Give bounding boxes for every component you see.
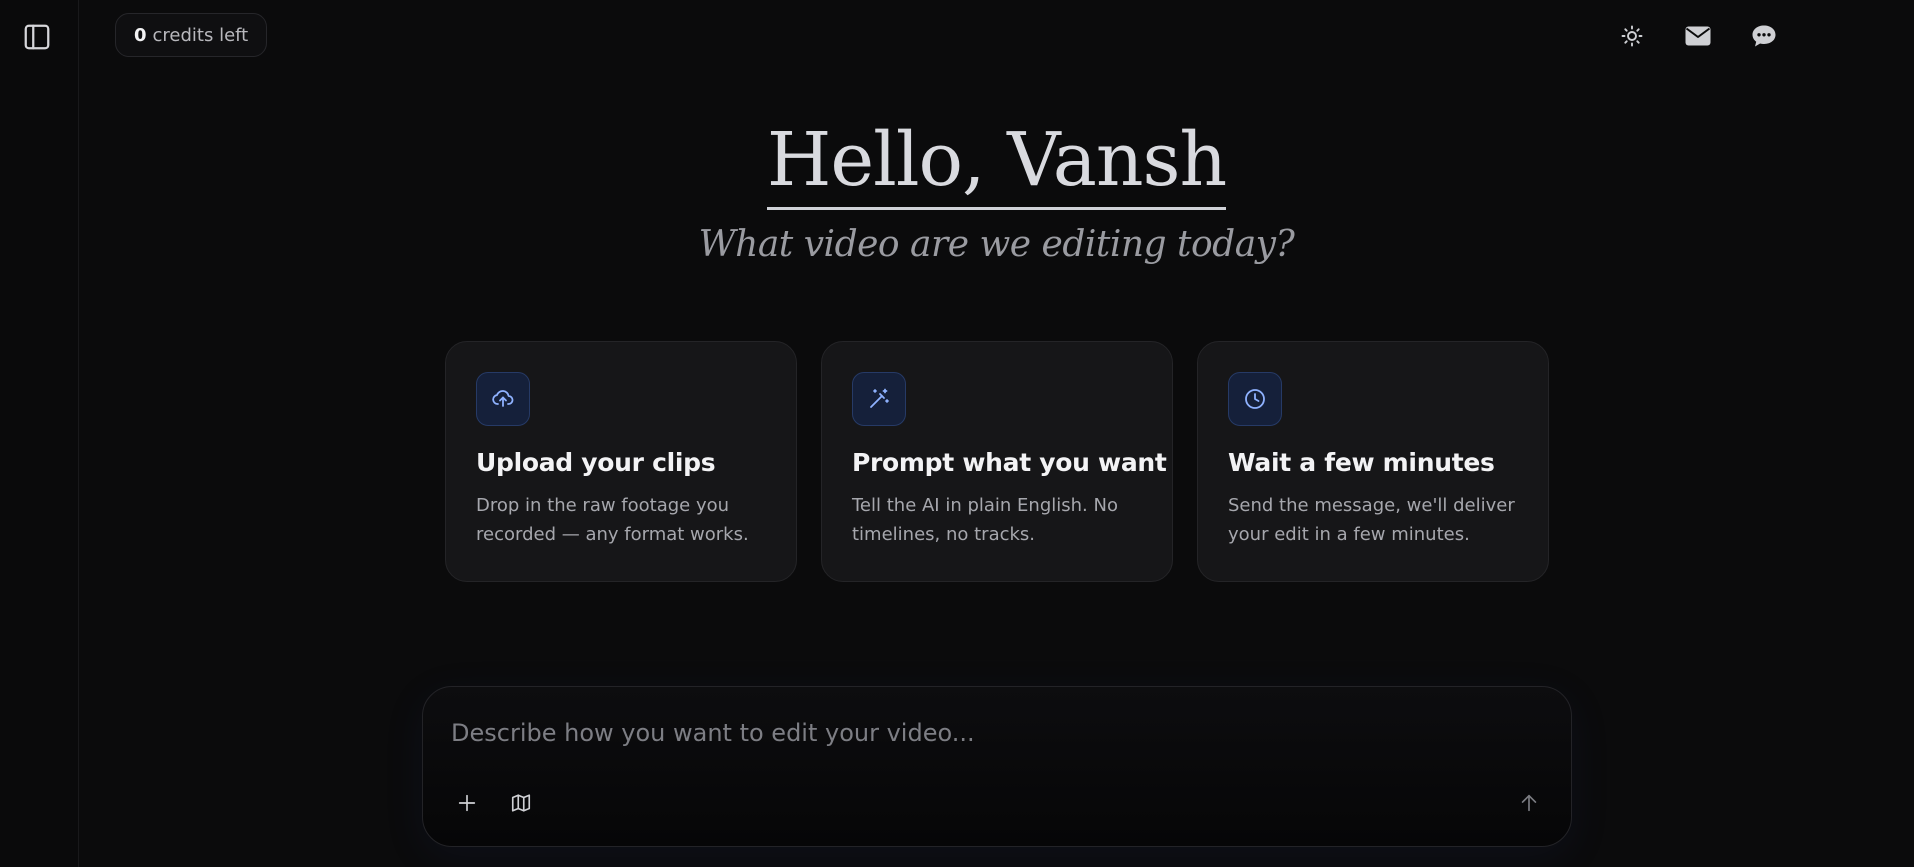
card-description: Tell the AI in plain English. No timelin… [852, 495, 1118, 545]
theme-toggle-button[interactable] [1614, 18, 1650, 54]
sun-icon [1621, 25, 1643, 47]
card-icon-tile [852, 372, 906, 426]
mail-icon [1685, 26, 1711, 46]
hero-subtitle: What video are we editing today? [698, 224, 1295, 265]
hero-section: Hello, Vansh What video are we editing t… [79, 115, 1914, 265]
chat-button[interactable] [1746, 18, 1782, 54]
arrow-up-icon [1521, 794, 1537, 812]
card-icon-tile [1228, 372, 1282, 426]
prompt-composer [422, 686, 1572, 847]
cloud-upload-icon [492, 390, 514, 407]
credits-badge: 0 credits left [115, 13, 268, 57]
sidebar-panel-icon [24, 24, 50, 50]
card-title: Prompt what you want [852, 448, 1167, 477]
sidebar-toggle-button[interactable] [20, 20, 54, 54]
header-actions [1614, 18, 1914, 54]
card-description: Drop in the raw footage you recorded — a… [476, 495, 749, 545]
map-icon [511, 794, 531, 812]
feature-card-upload: Upload your clips Drop in the raw footag… [445, 341, 797, 582]
clock-icon [1245, 389, 1265, 409]
chat-bubble-icon [1752, 25, 1776, 47]
greeting-heading: Hello, Vansh [766, 115, 1227, 210]
sidebar-rail [0, 0, 79, 867]
prompt-input[interactable] [449, 713, 1449, 753]
card-title: Wait a few minutes [1228, 448, 1495, 477]
send-button[interactable] [1511, 785, 1547, 821]
mail-button[interactable] [1680, 18, 1716, 54]
card-description: Send the message, we'll deliver your edi… [1228, 495, 1515, 545]
map-button[interactable] [503, 785, 539, 821]
credits-count: 0 [134, 24, 147, 46]
add-attachment-button[interactable] [449, 785, 485, 821]
plus-icon [458, 794, 476, 812]
card-icon-tile [476, 372, 530, 426]
feature-cards: Upload your clips Drop in the raw footag… [445, 341, 1549, 582]
credits-label: credits left [152, 24, 249, 46]
card-title: Upload your clips [476, 448, 716, 477]
feature-card-prompt: Prompt what you want Tell the AI in plai… [821, 341, 1173, 582]
magic-wand-icon [870, 388, 889, 408]
feature-card-wait: Wait a few minutes Send the message, we'… [1197, 341, 1549, 582]
